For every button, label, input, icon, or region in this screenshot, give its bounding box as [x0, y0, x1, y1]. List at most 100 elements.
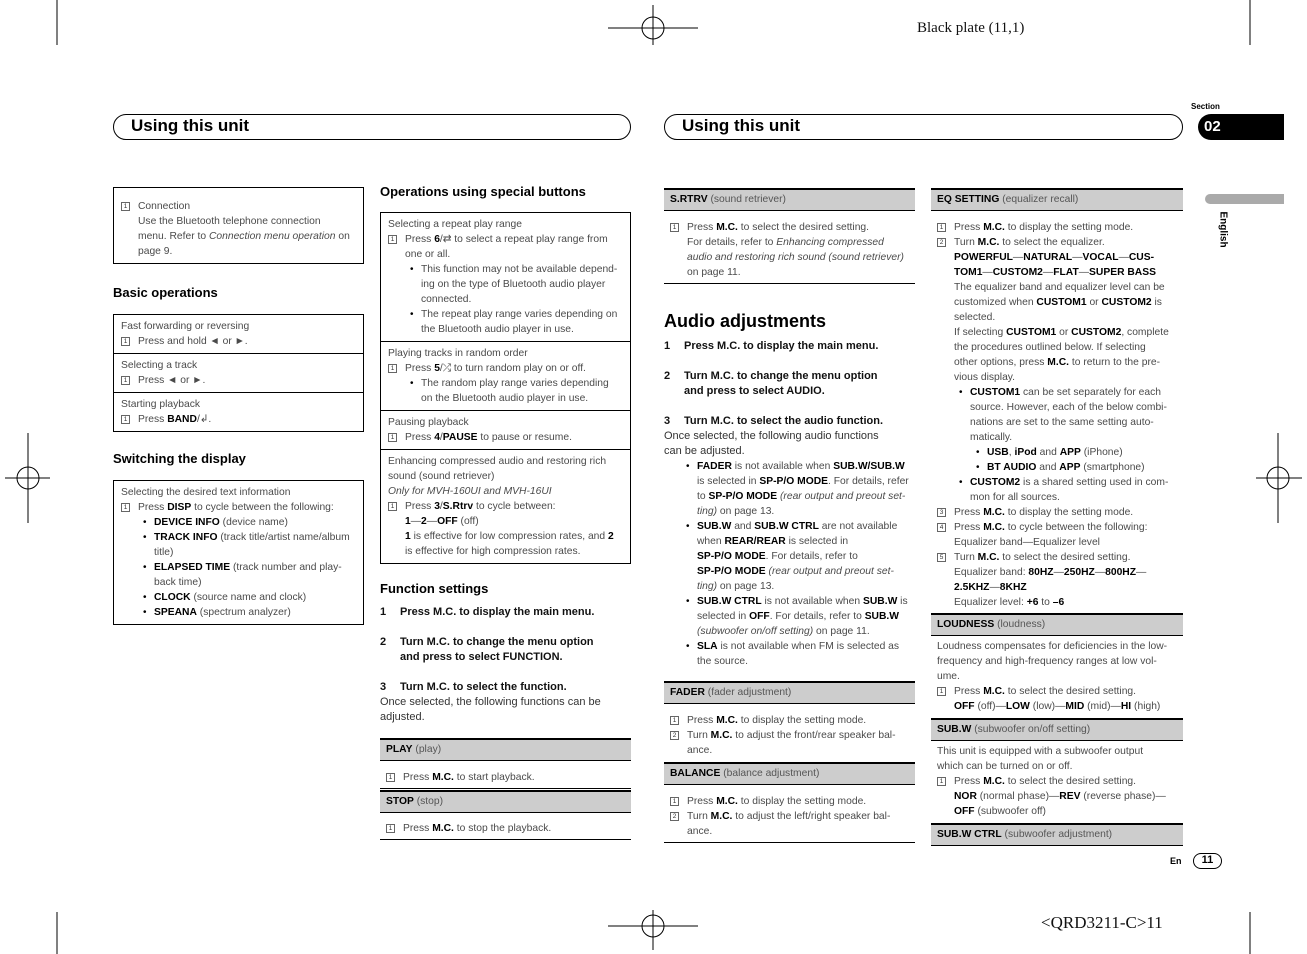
instruction-box: Fast forwarding or reversing 1 Press and h…: [113, 314, 364, 432]
instruction-text: 1 Press M.C. to select the desired settin…: [664, 220, 915, 284]
step-number-box: 2: [937, 238, 946, 247]
line-text: Once selected, the following functions c…: [380, 696, 601, 708]
setting-header-bar: LOUDNESS (loudness): [931, 613, 1183, 636]
step-number-box: 1: [388, 433, 397, 442]
numbered-step: 1 Press M.C. to select the desired settin…: [937, 684, 1177, 699]
bullet-icon: •: [410, 309, 414, 320]
text-line: ume.: [937, 669, 1177, 684]
step-number-box: 3: [937, 508, 946, 517]
numbered-step: 1 Press M.C. to display the setting mode.: [937, 220, 1177, 235]
column-2: Operations using special buttons Selectin…: [380, 0, 631, 954]
instruction-row: Selecting a repeat play range 1 Press 6/⇄ …: [381, 213, 630, 341]
bullet-icon: •: [143, 592, 147, 603]
line-text: customized when CUSTOM1 or CUSTOM2 is: [954, 297, 1162, 308]
setting-name: SUB.W: [937, 724, 972, 735]
numbered-step: 3 Press M.C. to display the setting mode.: [937, 505, 1177, 520]
line-text: on page 11.: [687, 267, 741, 278]
text-line: If selecting CUSTOM1 or CUSTOM2, complet…: [937, 325, 1177, 340]
line-text: ance.: [687, 745, 713, 756]
step-number-box: 1: [121, 415, 130, 424]
line-text: Playing tracks in random order: [388, 348, 528, 359]
line-text: ting) on page 13.: [697, 581, 775, 592]
line-text: when REAR/REAR is selected in: [697, 536, 849, 547]
line-text: For details, refer to Enhancing compress…: [687, 237, 884, 248]
line-text: Starting playback: [121, 399, 200, 410]
step-number-box: 1: [121, 503, 130, 512]
section-heading: Audio adjustments: [664, 311, 827, 331]
line-text: 2.5KHZ—8KHZ: [954, 582, 1027, 593]
step-number-box: 1: [670, 223, 679, 232]
column-1: 1 Connection Use the Bluetooth telephone c…: [113, 0, 364, 954]
setting-description: (loudness): [997, 619, 1046, 630]
text-line: This unit is equipped with a subwoofer o…: [937, 744, 1177, 759]
text-line: selected in OFF. For details, refer to S…: [664, 609, 915, 624]
text-line: SP-P/O MODE (rear output and preout set-: [664, 564, 915, 579]
text-line: Pausing playback: [388, 415, 623, 430]
bullet-item: • CLOCK (source name and clock): [121, 590, 356, 605]
line-text: back time): [154, 577, 202, 588]
line-text: Turn M.C. to select the equalizer.: [954, 237, 1105, 248]
line-text: Press M.C. to select the desired setting…: [954, 776, 1137, 787]
text-line: is effective for high compression rates.: [388, 544, 623, 559]
text-line: mon for all sources.: [937, 490, 1177, 505]
line-text: SUB.W and SUB.W CTRL are not available: [697, 521, 898, 532]
text-line: adjusted.: [380, 710, 631, 725]
instruction-text: Loudness compensates for deficiencies in…: [931, 639, 1183, 717]
instruction-box: Selecting the desired text information 1 P…: [113, 480, 364, 625]
line-text: frequency and high-frequency ranges at l…: [937, 656, 1157, 667]
line-text: Press M.C. to display the setting mode.: [954, 222, 1134, 233]
instruction-row: Fast forwarding or reversing 1 Press and h…: [114, 315, 363, 353]
line-text: BT AUDIO and APP (smartphone): [987, 462, 1145, 473]
line-text: POWERFUL—NATURAL—VOCAL—CUS-: [954, 252, 1155, 263]
bullet-icon: •: [959, 387, 963, 398]
bullet-item: • USB, iPod and APP (iPhone): [937, 445, 1177, 460]
instruction-row: Pausing playback 1 Press 4/PAUSE to pause …: [381, 410, 630, 449]
text-line: Fast forwarding or reversing: [121, 319, 356, 334]
instruction-row: Enhancing compressed audio and restoring…: [381, 449, 630, 563]
language-label: English: [1217, 211, 1229, 248]
setting-description: (subwoofer adjustment): [1004, 829, 1113, 840]
text-line: ance.: [670, 743, 909, 758]
line-text: Press M.C. to select the desired setting…: [687, 222, 870, 233]
text-line: Selecting a repeat play range: [388, 217, 623, 232]
setting-header-bar: STOP (stop): [380, 790, 631, 813]
setting-description: (subwoofer on/off setting): [974, 724, 1091, 735]
line-text: audio and restoring rich sound (sound re…: [687, 252, 904, 263]
page-number: 11: [1193, 853, 1222, 869]
step-number-box: 2: [670, 812, 679, 821]
line-text: nations are set to the same setting auto…: [970, 417, 1154, 428]
line-text: mon for all sources.: [970, 492, 1060, 503]
step-number-box: 1: [670, 716, 679, 725]
language-tab: [1205, 194, 1284, 204]
line-text: Press M.C. to display the main menu.: [400, 606, 595, 618]
setting-header-bar: FADER (fader adjustment): [664, 681, 915, 704]
text-line: Selecting the desired text information: [121, 485, 356, 500]
text-line: POWERFUL—NATURAL—VOCAL—CUS-: [937, 250, 1177, 265]
instruction-box: 1 Connection Use the Bluetooth telephone c…: [113, 187, 364, 264]
line-text: Use the Bluetooth telephone connection: [138, 216, 321, 227]
text-line: the procedures outlined below. If select…: [937, 340, 1177, 355]
bullet-icon: •: [959, 477, 963, 488]
text-line: and press to select AUDIO.: [664, 384, 915, 399]
line-text: The random play range varies depending: [421, 378, 609, 389]
line-text: page 9.: [138, 246, 173, 257]
line-text: CUSTOM1 can be set separately for each: [970, 387, 1161, 398]
line-text: and press to select FUNCTION.: [400, 651, 563, 663]
text-line: 1—2—OFF (off): [388, 514, 623, 529]
line-text: The equalizer band and equalizer level c…: [954, 282, 1165, 293]
numbered-step: 1 Press M.C. to stop the playback.: [386, 821, 625, 836]
instruction-text: 1 Press M.C. to display the setting mode.…: [664, 713, 915, 761]
text-line: on the Bluetooth audio player in use.: [388, 391, 623, 406]
text-line: other options, press M.C. to return to t…: [937, 355, 1177, 370]
step-number-box: 1: [121, 337, 130, 346]
text-line: Equalizer level: +6 to –6: [937, 595, 1177, 610]
bullet-item: • SUB.W CTRL is not available when SUB.W …: [664, 594, 915, 609]
text-line: Once selected, the following audio funct…: [664, 429, 915, 444]
bullet-icon: •: [686, 596, 690, 607]
text-line: one or all.: [388, 247, 623, 262]
numbered-step: 2 Turn M.C. to adjust the left/right spea…: [670, 809, 909, 824]
text-line: (subwoofer on/off setting) on page 11.: [664, 624, 915, 639]
line-text: which can be turned on or off.: [937, 761, 1073, 772]
line-text: TOM1—CUSTOM2—FLAT—SUPER BASS: [954, 267, 1156, 278]
